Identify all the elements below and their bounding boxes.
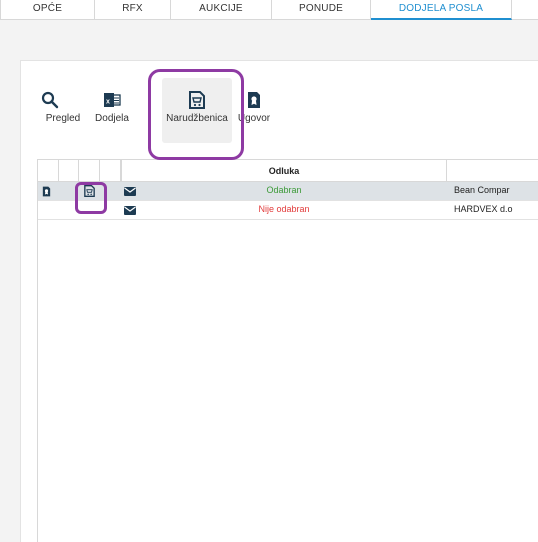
col-header-1 [38, 160, 59, 181]
highlight-narudzbenica [148, 69, 244, 160]
col-header-4 [100, 160, 121, 181]
tab-bar: OPĆE RFX AUKCIJE PONUDE DODJELA POSLA [0, 0, 538, 20]
tab-more[interactable] [512, 0, 538, 20]
tab-ponude[interactable]: PONUDE [272, 0, 371, 20]
tab-opce[interactable]: OPĆE [0, 0, 95, 20]
svg-text:x: x [106, 99, 110, 106]
decision-value: Odabran [266, 185, 302, 195]
col-header-2 [59, 160, 79, 181]
dodjela-label: Dodjela [95, 113, 129, 124]
tab-aukcije[interactable]: AUKCIJE [171, 0, 272, 20]
highlight-row-icon [75, 182, 107, 214]
col-header-3 [79, 160, 100, 181]
col-header-odluka[interactable]: Odluka [121, 166, 447, 176]
tab-dodjela-posla[interactable]: DODJELA POSLA [371, 0, 512, 20]
search-icon [41, 91, 85, 109]
company-name: HARDVEX d.o [454, 204, 513, 214]
excel-icon: x [91, 91, 133, 109]
decision-grid: Odluka Odabran Bean Compar Nije odabran … [37, 159, 538, 542]
pregled-label: Pregled [45, 113, 81, 124]
toolbar: Pregled x Dodjela Narudžbenica Ugovor [21, 61, 538, 151]
tab-rfx[interactable]: RFX [95, 0, 171, 20]
grid-header: Odluka [38, 159, 538, 182]
table-row[interactable]: Odabran Bean Compar [38, 182, 538, 201]
company-name: Bean Compar [454, 185, 510, 195]
contract-icon[interactable] [42, 186, 51, 197]
decision-value: Nije odabran [258, 204, 310, 214]
dodjela-button[interactable]: x Dodjela [91, 78, 133, 143]
pregled-button[interactable]: Pregled [41, 78, 85, 143]
content-panel: Pregled x Dodjela Narudžbenica Ugovor Od… [20, 60, 538, 542]
table-row[interactable]: Nije odabran HARDVEX d.o [38, 201, 538, 220]
